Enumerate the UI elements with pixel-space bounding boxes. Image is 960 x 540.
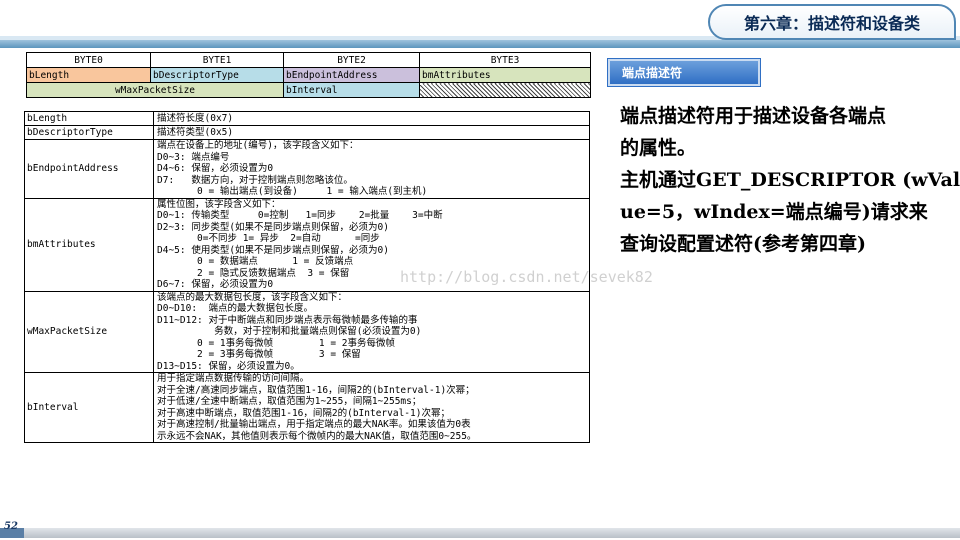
description-line: 用于指定端点数据传输的访问间隔。: [157, 373, 310, 384]
table-row: bDescriptorType 描述符类型(0x5): [24, 125, 590, 140]
field-description: 描述符类型(0x5): [153, 125, 590, 140]
byte-header: BYTE1: [150, 52, 284, 68]
description-line: 0 = 数据端点 1 = 反馈端点: [157, 256, 354, 267]
explanation-line: 的属性。: [620, 137, 697, 159]
byte-cell-wmaxpacketsize: wMaxPacketSize: [26, 82, 284, 98]
chapter-title: 第六章：描述符和设备类: [743, 14, 920, 33]
field-description: 该端点的最大数据包长度，该字段含义如下： D0~D10: 端点的最大数据包长度。…: [153, 290, 590, 373]
explanation-text: 端点描述符用于描述设备各端点 的属性。 主机通过GET_DESCRIPTOR (…: [620, 100, 960, 260]
description-line: 该端点的最大数据包长度，该字段含义如下：: [157, 291, 348, 303]
description-line: D4~6: 保留，必须设置为0: [157, 163, 274, 174]
field-name: bEndpointAddress: [24, 139, 154, 199]
field-name: wMaxPacketSize: [24, 290, 154, 373]
description-line: D2~3: 同步类型(如果不是同步端点则保留，必须为0): [157, 221, 389, 233]
description-line: 0 = 输出端点(到设备) 1 = 输入端点(到主机): [157, 186, 428, 197]
description-line: D7: 数据方向，对于控制端点则忽略该位。: [157, 174, 353, 186]
header-rule: [0, 40, 960, 48]
description-line: 对于高速控制/批量输出端点，用于指定端点的最大NAK率。如果该值为0表: [157, 419, 471, 430]
explanation-line: 查询设配置述符(参考第四章): [620, 233, 866, 255]
section-label: 端点描述符: [622, 66, 683, 80]
byte-header: BYTE3: [419, 52, 591, 68]
description-line: 示永远不会NAK，其他值则表示每个微帧内的最大NAK值，取值范围0~255。: [157, 430, 477, 442]
byte-cell-bdescriptortype: bDescriptorType: [150, 67, 284, 83]
byte-cell-bmattributes: bmAttributes: [419, 67, 591, 83]
description-line: D13~D15: 保留，必须设置为0。: [157, 360, 300, 372]
field-name: bLength: [24, 111, 154, 126]
description-line: 属性位图，该字段含义如下：: [157, 198, 281, 210]
field-name: bmAttributes: [24, 197, 154, 292]
field-description: 描述符长度(0x7): [153, 111, 590, 126]
watermark: http://blog.csdn.net/sevek82: [400, 268, 653, 286]
table-row: wMaxPacketSize 该端点的最大数据包长度，该字段含义如下： D0~D…: [24, 290, 590, 373]
description-line: 描述符长度(0x7): [157, 112, 234, 124]
description-line: D4~5: 使用类型(如果不是同步端点则保留，必须为0): [157, 244, 389, 256]
description-line: 2 = 3事务每微帧 3 = 保留: [157, 349, 361, 360]
description-line: 对于低速/全速中断端点，取值范围为1~255，间隔1~255ms；: [157, 396, 422, 407]
table-row: bEndpointAddress 端点在设备上的地址(编号)，该字段含义如下： …: [24, 139, 590, 199]
byte-header-row: BYTE0 BYTE1 BYTE2 BYTE3: [26, 52, 591, 68]
byte-header: BYTE0: [26, 52, 151, 68]
field-description: 用于指定端点数据传输的访问间隔。 对于全速/高速同步端点，取值范围1-16，间隔…: [153, 372, 590, 443]
table-row: bInterval 用于指定端点数据传输的访问间隔。 对于全速/高速同步端点，取…: [24, 372, 590, 443]
field-name: bDescriptorType: [24, 125, 154, 140]
byte-header: BYTE2: [283, 52, 420, 68]
description-line: D0~3: 端点编号: [157, 151, 230, 163]
footer-bar: [24, 528, 960, 538]
chapter-title-tab: 第六章：描述符和设备类: [708, 4, 956, 40]
table-row: bLength 描述符长度(0x7): [24, 111, 590, 126]
explanation-line: ue=5，wIndex=端点编号)请求来: [620, 201, 928, 223]
field-name: bInterval: [24, 372, 154, 443]
description-line: D0~D10: 端点的最大数据包长度。: [157, 303, 313, 314]
byte-cell-bendpointaddress: bEndpointAddress: [283, 67, 420, 83]
description-line: 务数，对于控制和批量端点则保留(必须设置为0): [157, 326, 422, 337]
explanation-line: 端点描述符用于描述设备各端点: [620, 105, 887, 127]
byte-cell-blength: bLength: [26, 67, 151, 83]
byte-cell-binterval: bInterval: [283, 82, 420, 98]
description-line: 描述符类型(0x5): [157, 126, 234, 138]
byte-row: bLength bDescriptorType bEndpointAddress…: [26, 67, 591, 83]
byte-cell-unused: [419, 82, 591, 98]
description-line: 0 = 1事务每微帧 1 = 2事务每微帧: [157, 337, 395, 349]
byte-layout-table: BYTE0 BYTE1 BYTE2 BYTE3 bLength bDescrip…: [26, 52, 591, 98]
byte-row: wMaxPacketSize bInterval: [26, 82, 591, 98]
description-line: D11~D12: 对于中断端点和同步端点表示每微帧最多传输的事: [157, 314, 418, 326]
page-number: 52: [4, 521, 18, 532]
description-line: 对于高速中断端点，取值范围1-16，间隔2的(bInterval-1)次幂；: [157, 407, 450, 419]
field-description: 端点在设备上的地址(编号)，该字段含义如下： D0~3: 端点编号 D4~6: …: [153, 139, 590, 199]
section-label-box: 端点描述符: [607, 58, 761, 87]
description-line: D0~1: 传输类型 0=控制 1=同步 2=批量 3=中断: [157, 210, 443, 221]
description-line: 0=不同步 1= 异步 2=自动 =同步: [157, 233, 380, 244]
explanation-line: 主机通过GET_DESCRIPTOR (wVal: [620, 169, 960, 191]
description-line: 对于全速/高速同步端点，取值范围1-16，间隔2的(bInterval-1)次幂…: [157, 384, 475, 396]
description-line: 端点在设备上的地址(编号)，该字段含义如下：: [157, 140, 359, 151]
